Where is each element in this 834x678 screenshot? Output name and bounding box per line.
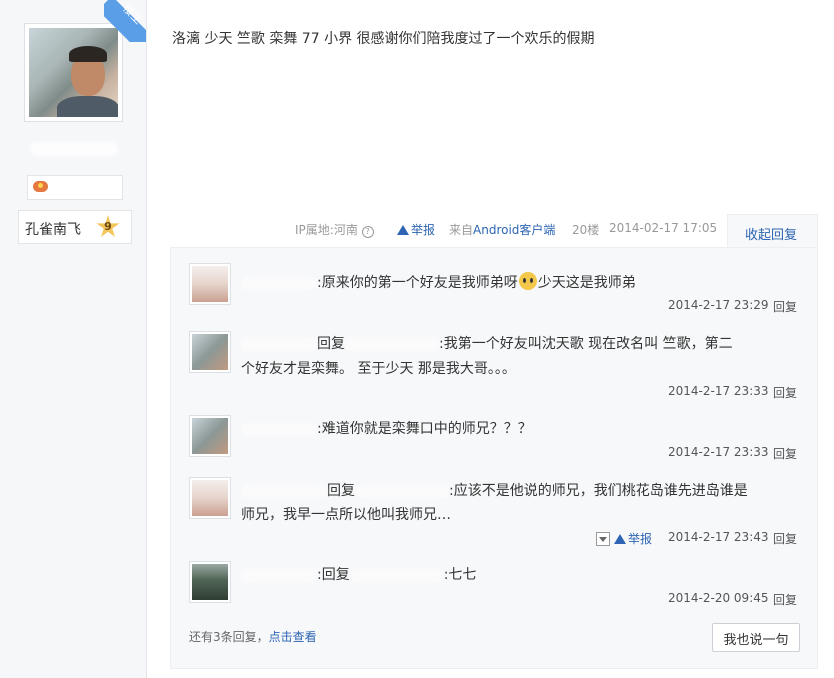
ip-location: IP属地:河南 ? <box>295 221 374 238</box>
blurred-username[interactable] <box>355 484 449 498</box>
reply-text: :难道你就是栾舞口中的师兄？？？ <box>241 418 532 438</box>
report-link[interactable]: 举报 <box>397 221 435 238</box>
member-level[interactable]: 孔雀南飞 9 <box>18 210 132 244</box>
add-reply-label: 我也说一句 <box>723 633 789 648</box>
reply-time: 2014-2-17 23:29 <box>668 298 769 312</box>
floor-number: 20楼 <box>572 223 600 237</box>
reply-avatar[interactable] <box>189 477 231 519</box>
honor-icon-box[interactable] <box>27 175 123 200</box>
reply-report-link[interactable]: 举报 <box>614 530 652 547</box>
blurred-username[interactable] <box>241 568 317 582</box>
reply-avatar[interactable] <box>189 561 231 603</box>
blurred-username[interactable] <box>241 422 317 436</box>
reply-time: 2014-2-17 23:33 <box>668 384 769 398</box>
dropdown-icon[interactable] <box>596 532 610 546</box>
warning-icon <box>397 225 409 235</box>
level-star-icon: 9 <box>96 215 120 239</box>
post-datetime: 2014-02-17 17:05 <box>609 221 718 235</box>
blurred-nickname <box>30 142 118 156</box>
collapse-replies-tab[interactable]: 收起回复 <box>727 214 818 249</box>
reply-text: :回复:七七 <box>241 564 476 584</box>
reply-text: 回复:应该不是他说的师兄，我们桃花岛谁先进岛谁是 <box>241 480 748 500</box>
add-reply-button[interactable]: 我也说一句 <box>712 623 800 652</box>
level-username: 孔雀南飞 <box>25 222 81 238</box>
help-icon[interactable]: ? <box>361 226 374 238</box>
op-badge: 楼主 <box>104 0 146 42</box>
reply-time: 2014-2-17 23:43 <box>668 530 769 544</box>
source-link[interactable]: Android客户端 <box>473 223 555 237</box>
reply-button[interactable]: 回复 <box>773 530 797 547</box>
reply-button[interactable]: 回复 <box>773 445 797 462</box>
blurred-username[interactable] <box>345 337 439 351</box>
blurred-username[interactable] <box>241 484 327 498</box>
collapse-replies-label: 收起回复 <box>745 228 798 243</box>
reply-avatar[interactable] <box>189 415 231 457</box>
reply-text-continued: 师兄，我早一点所以他叫我师兄… <box>241 507 451 523</box>
blurred-username[interactable] <box>241 337 317 351</box>
emoji-icon <box>518 272 537 290</box>
blurred-username[interactable] <box>241 276 317 290</box>
reply-avatar[interactable] <box>189 331 231 373</box>
more-replies: 还有3条回复，点击查看 <box>189 630 317 644</box>
reply-panel: :原来你的第一个好友是我师弟呀 少天这是我师弟 2014-2-17 23:29 回… <box>170 247 818 669</box>
reply-time: 2014-2-20 09:45 <box>668 591 769 605</box>
reply-text: 回复:我第一个好友叫沈天歌 现在改名叫 竺歌，第二 <box>241 333 733 353</box>
reply-avatar[interactable] <box>189 263 231 305</box>
reply-button[interactable]: 回复 <box>773 591 797 608</box>
post-source: 来自Android客户端 <box>449 223 556 237</box>
author-sidebar: 楼主 孔雀南飞 9 <box>0 0 147 678</box>
reply-text: :原来你的第一个好友是我师弟呀 少天这是我师弟 <box>241 272 636 292</box>
post-content: 洛漓 少天 竺歌 栾舞 77 小界 很感谢你们陪我度过了一个欢乐的假期 <box>172 31 595 47</box>
reply-text-continued: 个好友才是栾舞。 至于少天 那是我大哥。。。 <box>241 361 516 377</box>
blurred-username[interactable] <box>349 568 444 582</box>
level-number: 9 <box>104 220 112 233</box>
reply-button[interactable]: 回复 <box>773 384 797 401</box>
reply-time: 2014-2-17 23:33 <box>668 445 769 459</box>
warning-icon <box>614 534 626 544</box>
view-more-link[interactable]: 点击查看 <box>269 630 317 644</box>
gamepad-icon <box>33 181 48 192</box>
reply-button[interactable]: 回复 <box>773 298 797 315</box>
